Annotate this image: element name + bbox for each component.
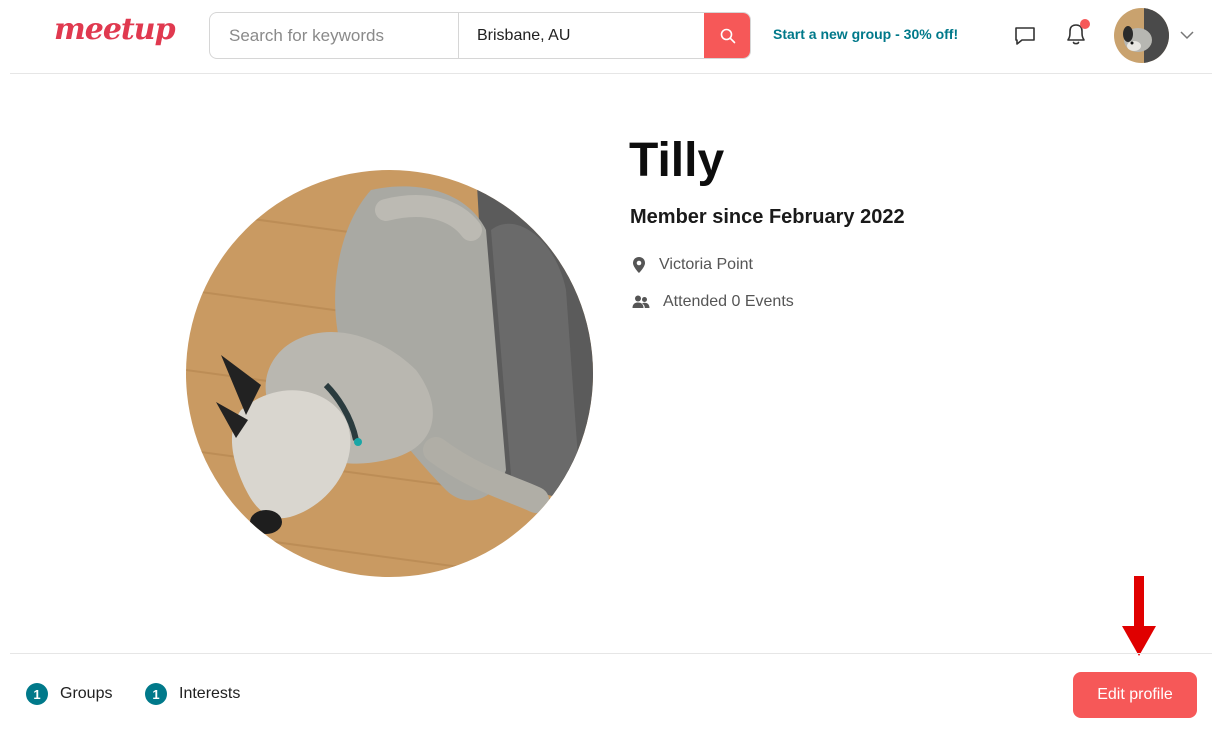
edit-profile-button[interactable]: Edit profile bbox=[1073, 672, 1197, 718]
search-icon bbox=[720, 28, 735, 43]
search-input[interactable] bbox=[210, 13, 458, 58]
footer-divider bbox=[10, 653, 1212, 654]
annotation-arrow bbox=[1122, 576, 1156, 656]
attended-row: Attended 0 Events bbox=[632, 293, 794, 311]
member-since: Member since February 2022 bbox=[630, 206, 905, 228]
groups-count-badge: 1 bbox=[26, 683, 48, 705]
search-button[interactable] bbox=[704, 13, 750, 58]
meetup-logo[interactable]: meetup bbox=[54, 12, 176, 47]
people-icon bbox=[632, 295, 650, 308]
chevron-down-icon[interactable] bbox=[1178, 28, 1196, 42]
attended-text: Attended 0 Events bbox=[663, 293, 794, 310]
interests-label: Interests bbox=[179, 685, 241, 702]
top-navigation-bar: meetup Start a new group - 30% off! bbox=[0, 0, 1212, 74]
groups-stat[interactable]: 1 Groups bbox=[26, 683, 112, 705]
interests-count-badge: 1 bbox=[145, 683, 167, 705]
location-row: Victoria Point bbox=[632, 256, 753, 274]
location-text: Victoria Point bbox=[659, 256, 753, 273]
profile-name: Tilly bbox=[629, 134, 725, 187]
search-bar bbox=[209, 12, 751, 59]
header-divider bbox=[10, 73, 1212, 74]
chat-icon[interactable] bbox=[1013, 24, 1037, 48]
start-new-group-link[interactable]: Start a new group - 30% off! bbox=[773, 26, 958, 42]
avatar[interactable] bbox=[1114, 8, 1169, 63]
interests-stat[interactable]: 1 Interests bbox=[145, 683, 240, 705]
groups-label: Groups bbox=[60, 685, 113, 702]
location-pin-icon bbox=[633, 257, 645, 273]
bell-icon[interactable] bbox=[1060, 18, 1092, 50]
profile-photo bbox=[186, 170, 593, 577]
notification-dot bbox=[1080, 19, 1090, 29]
location-input[interactable] bbox=[459, 13, 704, 58]
